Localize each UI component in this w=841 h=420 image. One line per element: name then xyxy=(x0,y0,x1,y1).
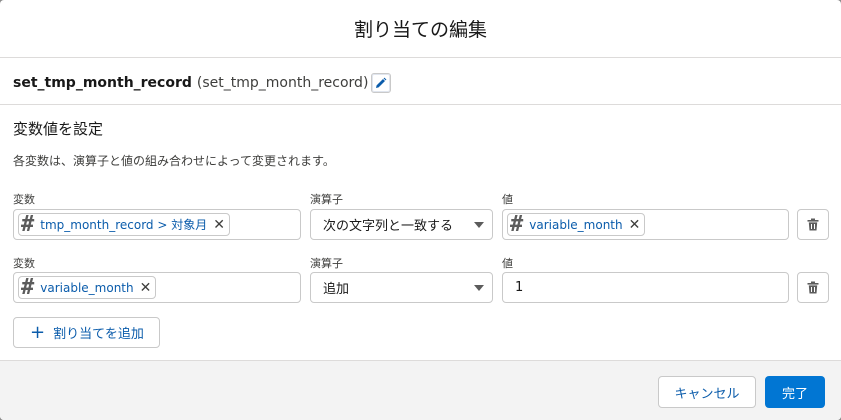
variable-pill[interactable]: # tmp_month_record > 対象月 ✕ xyxy=(18,213,230,236)
trash-icon xyxy=(807,281,819,294)
plus-icon: + xyxy=(30,321,46,343)
hash-icon: # xyxy=(510,211,524,237)
delete-row-button[interactable] xyxy=(797,209,829,240)
variable-pill[interactable]: # variable_month ✕ xyxy=(18,274,157,300)
add-assignment-label: 割り当てを追加 xyxy=(53,327,144,342)
value-input[interactable]: 1 xyxy=(502,272,789,303)
section-description: 各変数は、演算子と値の組み合わせによって変更されます。 xyxy=(13,154,335,168)
hash-icon: # xyxy=(21,211,35,237)
add-assignment-button[interactable]: + 割り当てを追加 xyxy=(13,317,160,348)
value-pill[interactable]: # variable_month ✕ xyxy=(507,211,646,237)
operator-label: 演算子 xyxy=(310,193,343,206)
element-name-row: set_tmp_month_record (set_tmp_month_reco… xyxy=(13,70,392,96)
operator-select[interactable]: 追加 xyxy=(310,272,493,303)
variable-label: 変数 xyxy=(13,257,35,270)
edit-assignment-modal: 割り当ての編集 set_tmp_month_record (set_tmp_mo… xyxy=(0,0,841,420)
value-field[interactable]: # variable_month ✕ xyxy=(502,209,789,240)
section-title: 変数値を設定 xyxy=(13,120,104,138)
hash-icon: # xyxy=(21,274,35,300)
done-button[interactable]: 完了 xyxy=(765,376,825,408)
edit-name-button[interactable] xyxy=(371,73,392,93)
variable-label: 変数 xyxy=(13,193,35,206)
variable-pill-text: variable_month xyxy=(40,280,134,295)
delete-row-button[interactable] xyxy=(797,272,829,303)
modal-title: 割り当ての編集 xyxy=(353,19,487,41)
close-icon[interactable]: ✕ xyxy=(213,218,225,232)
trash-icon xyxy=(807,218,819,231)
operator-label: 演算子 xyxy=(310,257,343,270)
close-icon[interactable]: ✕ xyxy=(140,281,152,295)
value-label: 値 xyxy=(502,193,513,206)
pencil-icon xyxy=(376,77,387,88)
value-input-text: 1 xyxy=(515,280,524,295)
modal-footer: キャンセル 完了 xyxy=(0,360,841,420)
element-label: (set_tmp_month_record) xyxy=(196,75,369,91)
element-api-name: set_tmp_month_record xyxy=(13,75,192,91)
value-label: 値 xyxy=(502,257,513,270)
variable-field[interactable]: # tmp_month_record > 対象月 ✕ xyxy=(13,209,301,240)
variable-pill-text: tmp_month_record > 対象月 xyxy=(40,218,208,232)
operator-select[interactable]: 次の文字列と一致する xyxy=(310,209,493,240)
variable-field[interactable]: # variable_month ✕ xyxy=(13,272,301,303)
cancel-button[interactable]: キャンセル xyxy=(658,376,756,408)
close-icon[interactable]: ✕ xyxy=(629,218,641,232)
header-divider xyxy=(0,104,841,105)
operator-value: 次の文字列と一致する xyxy=(323,219,454,234)
modal-header: 割り当ての編集 xyxy=(0,0,841,58)
chevron-down-icon xyxy=(474,285,484,291)
value-pill-text: variable_month xyxy=(529,217,623,232)
operator-value: 追加 xyxy=(323,282,350,297)
chevron-down-icon xyxy=(474,222,484,228)
